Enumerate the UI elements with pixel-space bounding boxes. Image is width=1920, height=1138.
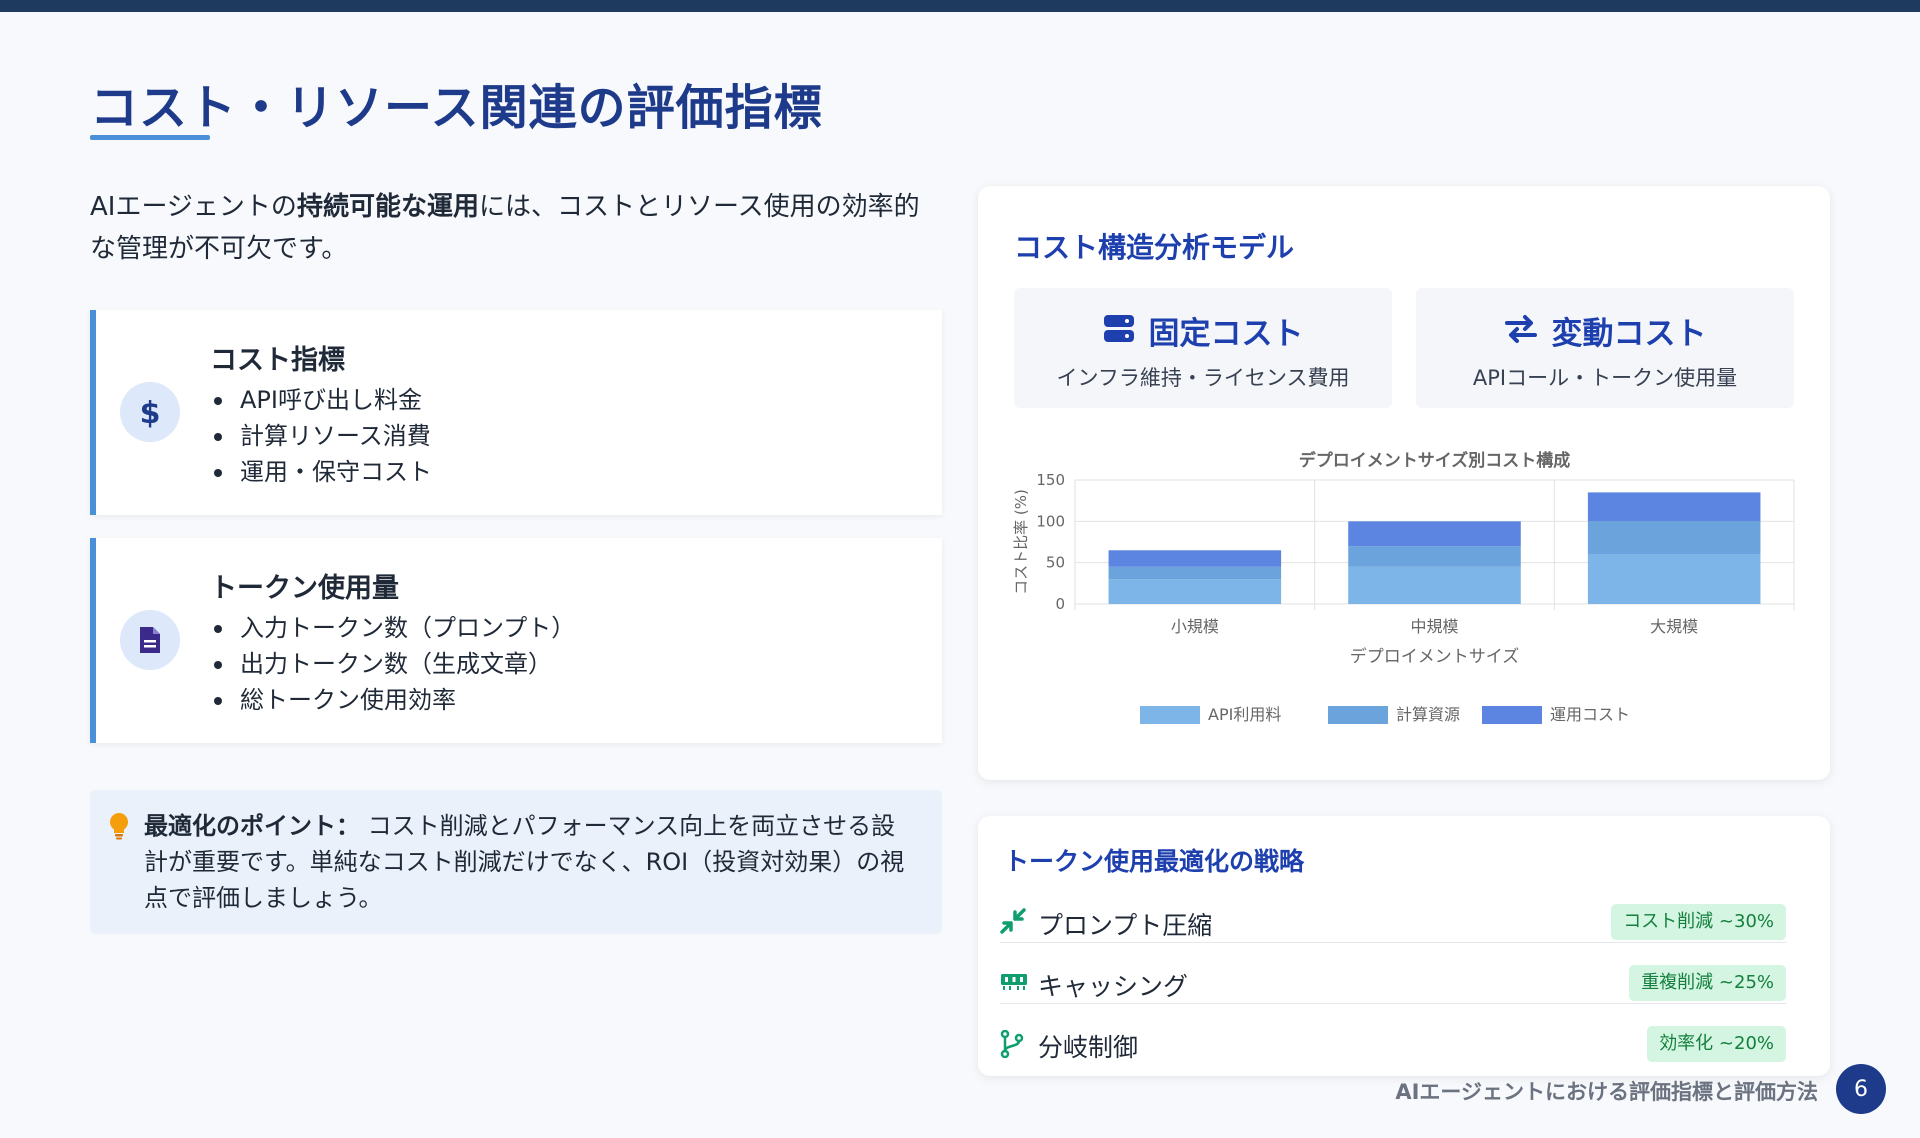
tip-label: 最適化のポイント： bbox=[144, 812, 360, 840]
legend-swatch bbox=[1328, 706, 1388, 724]
memory-icon bbox=[1000, 969, 1028, 997]
variable-cost-subtitle: APIコール・トークン使用量 bbox=[1472, 366, 1738, 390]
dollar-icon: $ bbox=[120, 382, 180, 442]
fixed-cost-title: 固定コスト bbox=[1148, 316, 1304, 352]
strategy-badge: 重複削減 ~25% bbox=[1629, 965, 1786, 1001]
variable-cost-title: 変動コスト bbox=[1551, 316, 1707, 352]
bar-計算資源 bbox=[1587, 521, 1761, 555]
branch-icon bbox=[1000, 1029, 1024, 1062]
bar-API利用料 bbox=[1587, 554, 1761, 604]
chart-title: デプロイメントサイズ別コスト構成 bbox=[1299, 450, 1571, 471]
strategy-badge: 効率化 ~20% bbox=[1647, 1026, 1786, 1062]
footer-text: AIエージェントにおける評価指標と評価方法 bbox=[1395, 1080, 1818, 1104]
cost-chart: デプロイメントサイズ別コスト構成 0 50 100 150 小規模 中規模 大規模デプロイメン… bbox=[998, 448, 1818, 748]
strategy-row-caching: キャッシング 重複削減 ~25% bbox=[1000, 953, 1808, 1013]
bar-計算資源 bbox=[1348, 546, 1521, 567]
token-usage-card: トークン使用量 入力トークン数（プロンプト） 出力トークン数（生成文章） 総トー… bbox=[90, 538, 942, 743]
y-tick-label: 100 bbox=[1036, 512, 1065, 530]
y-tick-label: 50 bbox=[1046, 554, 1065, 572]
strategy-label: キャッシング bbox=[1038, 972, 1189, 1001]
divider bbox=[1000, 942, 1786, 943]
document-icon bbox=[120, 610, 180, 670]
svg-text:$: $ bbox=[140, 396, 161, 429]
y-axis-label: コスト比率 (%) bbox=[1012, 489, 1030, 595]
cost-chart-svg: デプロイメントサイズ別コスト構成 0 50 100 150 小規模 中規模 大規模デプロイメン… bbox=[1012, 450, 1795, 724]
variable-cost-box: 変動コスト APIコール・トークン使用量 bbox=[1416, 288, 1794, 408]
strategy-row-prompt-compression: プロンプト圧縮 コスト削減 ~30% bbox=[1000, 892, 1808, 952]
list-item: 運用・保守コスト bbox=[210, 454, 432, 490]
list-item: 入力トークン数（プロンプト） bbox=[210, 610, 575, 646]
bar-運用コスト bbox=[1587, 492, 1761, 522]
intro-text: AIエージェントの持続可能な運用には、コストとリソース使用の効率的な管理が不可欠… bbox=[90, 186, 940, 270]
card-list: API呼び出し料金 計算リソース消費 運用・保守コスト bbox=[210, 382, 432, 490]
token-strategy-panel: トークン使用最適化の戦略 プロンプト圧縮 コスト削減 ~30% キャッシング 重… bbox=[978, 816, 1830, 1076]
x-axis-label: デプロイメントサイズ bbox=[1350, 646, 1520, 667]
tip-text: 最適化のポイント： コスト削減とパフォーマンス向上を両立させる設計が重要です。単… bbox=[144, 808, 914, 916]
fixed-cost-subtitle: インフラ維持・ライセンス費用 bbox=[1056, 366, 1350, 390]
bar-運用コスト bbox=[1348, 521, 1521, 547]
y-tick-label: 0 bbox=[1055, 595, 1065, 613]
x-tick-label: 小規模 bbox=[1171, 617, 1219, 636]
legend-label: API利用料 bbox=[1208, 705, 1281, 724]
strategy-label: プロンプト圧縮 bbox=[1038, 911, 1213, 940]
divider bbox=[1000, 1003, 1786, 1004]
list-item: 出力トークン数（生成文章） bbox=[210, 646, 575, 682]
page-title: コスト・リソース関連の評価指標 bbox=[90, 80, 823, 136]
intro-bold: 持続可能な運用 bbox=[296, 192, 479, 222]
x-tick-label: 中規模 bbox=[1410, 617, 1458, 636]
cost-metrics-card: $ コスト指標 API呼び出し料金 計算リソース消費 運用・保守コスト bbox=[90, 310, 942, 515]
fixed-cost-box: 固定コスト インフラ維持・ライセンス費用 bbox=[1014, 288, 1392, 408]
top-bar bbox=[0, 0, 1920, 12]
card-title: コスト指標 bbox=[210, 345, 345, 376]
legend-label: 計算資源 bbox=[1396, 705, 1460, 724]
panel-title: コスト構造分析モデル bbox=[1014, 231, 1295, 264]
cost-structure-panel: コスト構造分析モデル 固定コスト インフラ維持・ライセンス費用 変動コスト AP… bbox=[978, 186, 1830, 780]
card-title: トークン使用量 bbox=[210, 573, 399, 604]
card-list: 入力トークン数（プロンプト） 出力トークン数（生成文章） 総トークン使用効率 bbox=[210, 610, 575, 718]
legend-label: 運用コスト bbox=[1550, 705, 1630, 724]
bar-API利用料 bbox=[1108, 579, 1282, 604]
exchange-arrows-icon bbox=[1504, 314, 1538, 348]
y-tick-label: 150 bbox=[1036, 471, 1065, 489]
bar-運用コスト bbox=[1108, 550, 1282, 567]
optimization-tip: 最適化のポイント： コスト削減とパフォーマンス向上を両立させる設計が重要です。単… bbox=[90, 790, 942, 934]
x-tick-label: 大規模 bbox=[1650, 617, 1698, 636]
panel-title: トークン使用最適化の戦略 bbox=[1004, 847, 1305, 876]
strategy-badge: コスト削減 ~30% bbox=[1611, 904, 1786, 940]
strategy-label: 分岐制御 bbox=[1038, 1033, 1139, 1062]
bar-API利用料 bbox=[1348, 566, 1521, 604]
legend-swatch bbox=[1140, 706, 1200, 724]
page-number-badge: 6 bbox=[1836, 1064, 1886, 1114]
title-underline bbox=[90, 135, 210, 140]
intro-prefix: AIエージェントの bbox=[90, 192, 297, 222]
compress-icon bbox=[1000, 908, 1026, 938]
legend-swatch bbox=[1482, 706, 1542, 724]
list-item: API呼び出し料金 bbox=[210, 382, 432, 418]
list-item: 計算リソース消費 bbox=[210, 418, 432, 454]
lightbulb-icon bbox=[108, 812, 130, 844]
server-icon bbox=[1103, 314, 1135, 348]
strategy-row-branch-control: 分岐制御 効率化 ~20% bbox=[1000, 1014, 1808, 1074]
bar-計算資源 bbox=[1108, 566, 1282, 580]
list-item: 総トークン使用効率 bbox=[210, 682, 575, 718]
